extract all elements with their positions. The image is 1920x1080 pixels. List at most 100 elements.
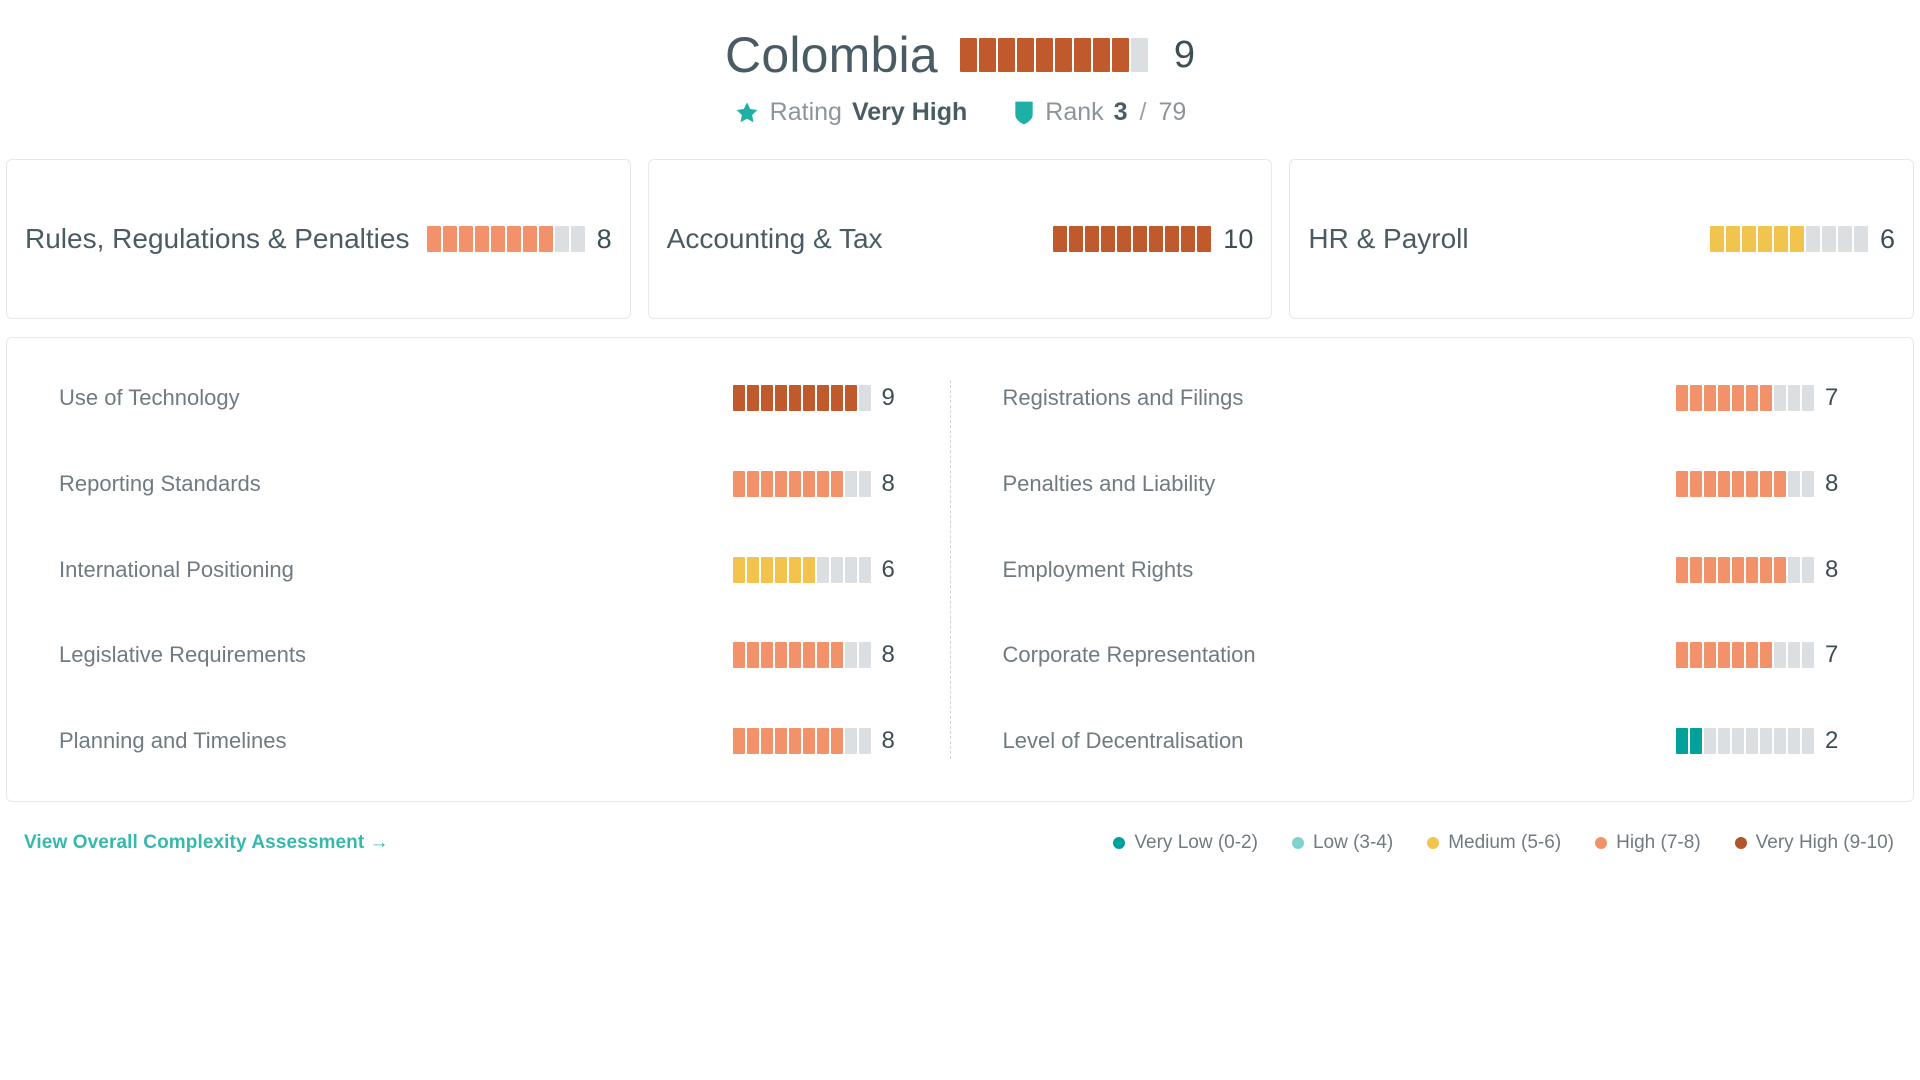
- category-card-rules[interactable]: Rules, Regulations & Penalties 8: [6, 159, 631, 319]
- score-segment-filled: [474, 226, 489, 252]
- legend-dot-icon: [1113, 837, 1126, 849]
- category-card-title: HR & Payroll: [1308, 223, 1469, 254]
- score-segment-filled: [746, 470, 759, 497]
- list-item[interactable]: Use of Technology 9: [59, 380, 908, 416]
- score-segment-filled: [760, 556, 773, 583]
- score-segment-filled: [1149, 226, 1164, 252]
- score-segment-empty: [1774, 385, 1786, 411]
- header-meta: Rating Very High Rank 3 / 79: [0, 98, 1920, 127]
- list-item[interactable]: Penalties and Liability 8: [1003, 466, 1852, 502]
- score-segment-filled: [1774, 556, 1786, 583]
- score-segment-empty: [554, 226, 569, 252]
- list-item[interactable]: Planning and Timelines 8: [59, 723, 908, 759]
- category-card-list: Rules, Regulations & Penalties 8 Account…: [0, 159, 1920, 319]
- score-segment-filled: [802, 642, 815, 669]
- subcategory-score: 2: [1676, 727, 1851, 755]
- page-header: Colombia 9 Rating Very High Rank 3 / 79: [0, 0, 1920, 127]
- subcategory-label: Registrations and Filings: [1002, 385, 1244, 410]
- legend-label: Low (3-4): [1312, 832, 1394, 853]
- score-segment-empty: [1718, 728, 1730, 754]
- subcategory-score-bar: [1676, 728, 1814, 754]
- subcategory-label: Employment Rights: [1002, 556, 1194, 582]
- category-card-score: 8: [426, 224, 612, 255]
- score-segment-filled: [802, 470, 815, 497]
- score-segment-filled: [746, 642, 759, 669]
- subcategory-label: Planning and Timelines: [59, 728, 287, 753]
- list-item[interactable]: Registrations and Filings 7: [1003, 380, 1852, 416]
- score-segment-filled: [1676, 470, 1688, 497]
- score-segment-filled: [1725, 226, 1740, 252]
- list-item[interactable]: Corporate Representation 7: [1003, 637, 1852, 673]
- score-segment-filled: [732, 385, 745, 411]
- score-segment-filled: [830, 470, 843, 497]
- subcategory-score: 8: [732, 641, 908, 669]
- legend-label: Very Low (0-2): [1134, 832, 1258, 853]
- rating-value: Very High: [851, 98, 968, 126]
- score-segment-filled: [959, 38, 977, 72]
- subcategory-score-value: 9: [881, 384, 895, 411]
- score-segment-filled: [1718, 470, 1730, 497]
- list-item[interactable]: International Positioning 6: [59, 552, 908, 588]
- subcategory-score-bar: [732, 385, 871, 411]
- score-segment-filled: [1101, 226, 1116, 252]
- subcategory-score-value: 7: [1825, 641, 1839, 669]
- list-item[interactable]: Employment Rights 8: [1003, 552, 1852, 588]
- list-item[interactable]: Legislative Requirements 8: [59, 637, 908, 673]
- category-card-accounting[interactable]: Accounting & Tax 10: [647, 159, 1273, 319]
- subcategory-label: Use of Technology: [59, 385, 240, 410]
- subcategory-score: 8: [732, 470, 908, 498]
- country-headline: Colombia 9: [0, 30, 1920, 80]
- subcategory-score-bar: [1676, 385, 1814, 411]
- legend-item-medium: Medium (5-6): [1427, 832, 1561, 854]
- score-segment-filled: [1704, 556, 1716, 583]
- subcategory-label: Corporate Representation: [1002, 642, 1256, 668]
- score-segment-empty: [1853, 226, 1868, 252]
- score-segment-filled: [746, 385, 759, 411]
- score-segment-filled: [978, 38, 996, 72]
- legend-item-very-low: Very Low (0-2): [1113, 832, 1258, 854]
- score-segment-filled: [1746, 470, 1758, 497]
- score-segment-filled: [1718, 385, 1730, 411]
- legend-item-very-high: Very High (9-10): [1734, 832, 1894, 854]
- score-segment-filled: [1676, 642, 1688, 669]
- score-segment-filled: [1773, 226, 1788, 252]
- complexity-country-page: Colombia 9 Rating Very High Rank 3 / 79 …: [0, 0, 1920, 1080]
- score-segment-empty: [858, 556, 871, 583]
- category-score-value: 6: [1879, 223, 1896, 254]
- score-segment-empty: [1788, 642, 1800, 669]
- subcategory-score-bar: [1676, 642, 1814, 669]
- score-segment-filled: [732, 642, 745, 669]
- score-segment-filled: [506, 226, 521, 252]
- score-segment-filled: [746, 556, 759, 583]
- score-segment-filled: [1760, 556, 1772, 583]
- score-segment-filled: [1073, 38, 1091, 72]
- score-segment-filled: [1016, 38, 1034, 72]
- score-segment-filled: [1111, 38, 1129, 72]
- assessment-link-label: View Overall Complexity Assessment: [24, 832, 365, 853]
- list-item[interactable]: Level of Decentralisation 2: [1003, 723, 1852, 759]
- score-segment-filled: [522, 226, 537, 252]
- score-segment-empty: [1732, 728, 1744, 754]
- score-segment-empty: [1837, 226, 1852, 252]
- score-segment-filled: [1035, 38, 1053, 72]
- view-overall-complexity-assessment-link[interactable]: View Overall Complexity Assessment →: [24, 832, 389, 854]
- subcategory-score: 8: [1676, 556, 1851, 584]
- score-segment-filled: [802, 728, 815, 754]
- page-title: Colombia: [725, 27, 938, 83]
- legend-dot-icon: [1427, 837, 1440, 849]
- category-card-hr[interactable]: HR & Payroll 6: [1289, 159, 1915, 319]
- score-segment-filled: [1760, 642, 1772, 669]
- subcategory-column-left: Use of Technology 9 Reporting Standards …: [7, 380, 950, 759]
- list-item[interactable]: Reporting Standards 8: [59, 466, 908, 502]
- subcategory-score-bar: [732, 556, 871, 583]
- score-segment-empty: [1802, 556, 1814, 583]
- score-segment-empty: [1788, 556, 1800, 583]
- score-segment-filled: [1718, 556, 1730, 583]
- score-segment-filled: [1704, 470, 1716, 497]
- legend-dot-icon: [1291, 837, 1304, 849]
- score-segment-empty: [1802, 385, 1814, 411]
- score-segment-empty: [844, 556, 857, 583]
- score-segment-filled: [816, 470, 829, 497]
- score-segment-empty: [1746, 728, 1758, 754]
- score-segment-filled: [760, 642, 773, 669]
